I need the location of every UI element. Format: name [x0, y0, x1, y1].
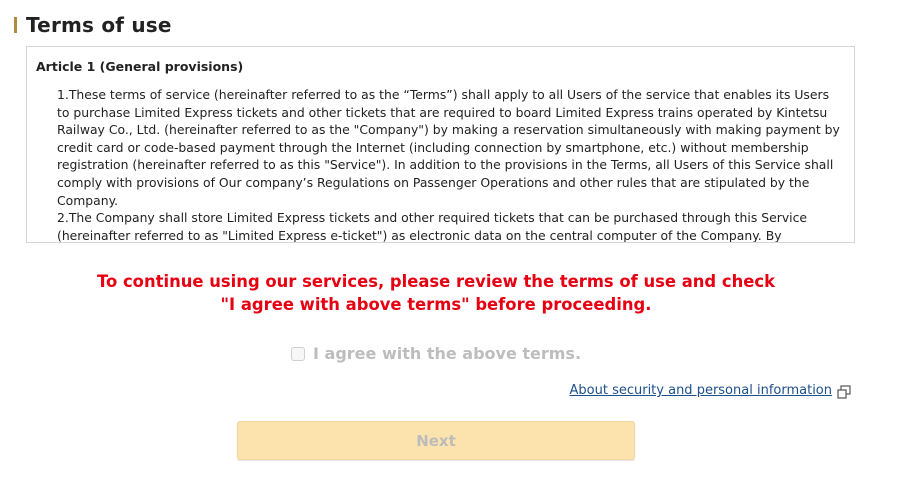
agreement-notice: To continue using our services, please r… [0, 270, 872, 316]
next-button-label: Next [416, 431, 456, 450]
page-header: Terms of use [14, 10, 172, 40]
terms-scroll-box[interactable]: Article 1 (General provisions) 1.These t… [26, 46, 855, 243]
security-link-row[interactable]: About security and personal information [570, 383, 852, 399]
terms-content: Article 1 (General provisions) 1.These t… [27, 47, 854, 243]
external-window-icon[interactable] [837, 384, 851, 399]
notice-line-2: "I agree with above terms" before procee… [220, 295, 652, 314]
notice-line-1: To continue using our services, please r… [97, 272, 775, 291]
agree-checkbox[interactable] [291, 346, 305, 361]
terms-paragraph: 2.The Company shall store Limited Expres… [57, 210, 808, 243]
agree-checkbox-row[interactable]: I agree with the above terms. [291, 344, 581, 363]
security-info-link[interactable]: About security and personal information [570, 383, 833, 398]
agree-label[interactable]: I agree with the above terms. [313, 344, 581, 363]
page-title: Terms of use [26, 13, 172, 37]
next-button[interactable]: Next [237, 421, 635, 460]
terms-paragraph: 1.These terms of service (hereinafter re… [57, 87, 840, 208]
title-accent-bar [14, 17, 17, 33]
article-title: Article 1 (General provisions) [36, 59, 244, 74]
